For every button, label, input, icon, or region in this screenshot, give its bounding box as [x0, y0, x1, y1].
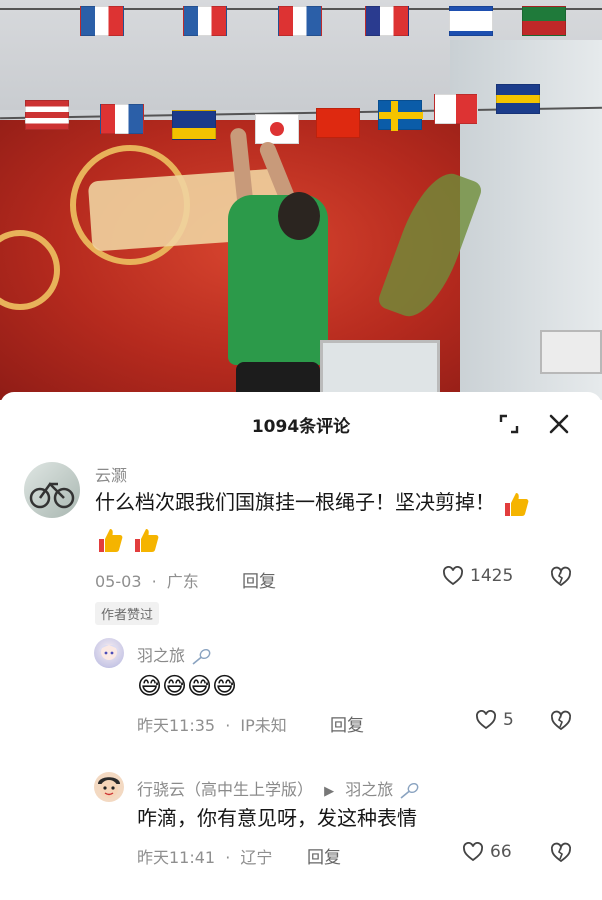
meta-separator: · [225, 716, 231, 735]
reply-button[interactable]: 回复 [242, 567, 276, 592]
flag [100, 104, 144, 134]
anime-avatar-icon [99, 644, 119, 660]
comment-date: 05-03 [95, 572, 142, 591]
badminton-racket-icon [400, 782, 419, 799]
heart-icon [443, 566, 463, 586]
broken-heart-icon[interactable] [549, 709, 573, 733]
comment-meta: 05-03 · 广东 [95, 568, 199, 592]
broken-heart-icon[interactable] [549, 841, 573, 865]
close-icon[interactable] [547, 412, 571, 436]
flag [80, 6, 124, 36]
reply-to-name: 羽之旅 [345, 780, 394, 799]
reply-button[interactable]: 回复 [330, 711, 364, 736]
heart-icon [476, 710, 496, 730]
reply-button[interactable]: 回复 [307, 843, 341, 868]
flag [496, 84, 540, 114]
reply-meta: 昨天11:41 · 辽宁 [137, 844, 272, 868]
avatar[interactable] [24, 462, 80, 518]
sweat-smile-emoji: 😅😅😅😅 [137, 671, 238, 700]
like-button[interactable]: 1425 [442, 566, 513, 586]
flag [183, 6, 227, 36]
avatar[interactable] [94, 638, 124, 668]
author-liked-tag: 作者赞过 [95, 602, 160, 625]
reply-date: 昨天11:35 [137, 716, 216, 735]
like-button[interactable]: 66 [462, 842, 512, 862]
reply-text: 咋滴，你有意见呀，发这种表情 [137, 806, 417, 830]
flag [434, 94, 478, 124]
comment-author[interactable]: 云灏 [95, 462, 127, 486]
cartoon-boy-avatar-icon [98, 777, 120, 798]
flag [172, 110, 216, 140]
flag-emblem [270, 122, 284, 136]
reply-author-name: 羽之旅 [137, 646, 186, 665]
reply-author[interactable]: 羽之旅 [137, 642, 212, 666]
badminton-racket-icon [192, 648, 211, 665]
flag [25, 100, 69, 130]
comment-text: 什么档次跟我们国旗挂一根绳子！坚决剪掉！ [95, 484, 585, 556]
reply-date: 昨天11:41 [137, 848, 216, 867]
flag [278, 6, 322, 36]
reply-author-name: 行骁云（高中生上学版） [137, 780, 314, 799]
flag [522, 6, 566, 36]
flag [255, 114, 299, 144]
reply-text: 😅😅😅😅 [137, 666, 237, 702]
printer [540, 330, 602, 374]
reply-author[interactable]: 行骁云（高中生上学版） ▶ 羽之旅 [137, 776, 420, 800]
broken-heart-icon[interactable] [549, 565, 573, 589]
comment-text-body: 什么档次跟我们国旗挂一根绳子！坚决剪掉！ [95, 490, 495, 514]
window [320, 340, 440, 400]
thumbs-up-emoji [99, 528, 123, 552]
heart-icon [463, 842, 483, 862]
comment-sheet: 1094条评论 云灏 什么档次跟我们国旗挂一根绳子！坚决剪掉！ 05-03 · … [0, 392, 602, 900]
avatar[interactable] [94, 772, 124, 802]
flag [316, 108, 360, 138]
thumbs-up-emoji [505, 492, 529, 516]
reply-to-arrow-icon: ▶ [324, 784, 335, 799]
like-button[interactable]: 5 [475, 710, 514, 730]
video-frame[interactable] [0, 0, 602, 400]
expand-icon[interactable] [498, 413, 520, 435]
reply-location: IP未知 [240, 716, 287, 735]
flag-cross [379, 112, 423, 119]
reply-meta: 昨天11:35 · IP未知 [137, 712, 287, 736]
meta-separator: · [151, 572, 157, 591]
bicycle-icon [29, 482, 75, 509]
flag [378, 100, 423, 131]
reply-location: 辽宁 [240, 848, 273, 867]
like-count: 5 [503, 710, 514, 730]
comment-location: 广东 [166, 572, 199, 591]
like-count: 66 [490, 842, 512, 862]
flag [365, 6, 409, 36]
flag [449, 6, 493, 36]
like-count: 1425 [470, 566, 514, 586]
person-head [278, 192, 320, 240]
thumbs-up-emoji [135, 528, 159, 552]
meta-separator: · [225, 848, 231, 867]
